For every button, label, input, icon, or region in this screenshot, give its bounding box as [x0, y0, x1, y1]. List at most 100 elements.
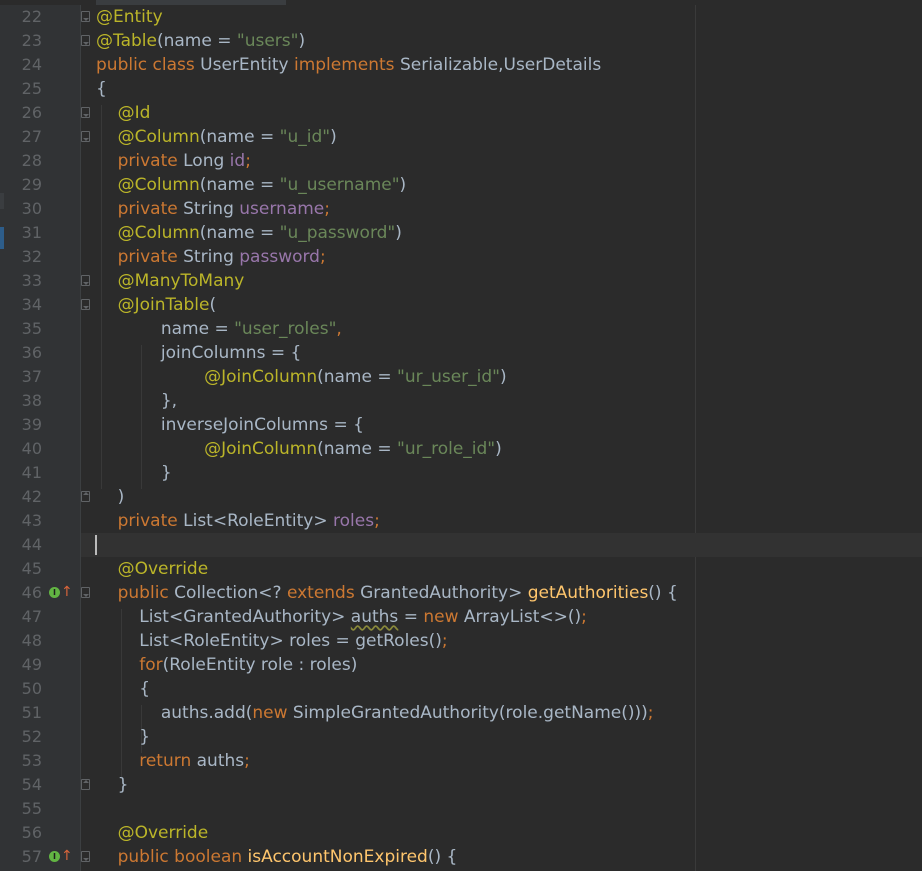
code-text[interactable]: { [96, 77, 107, 101]
code-text[interactable]: inverseJoinColumns = { [96, 413, 364, 437]
line-number: 48 [21, 631, 42, 650]
code-token: String [183, 199, 240, 219]
code-text[interactable]: private String username; [96, 197, 330, 221]
code-line[interactable]: 36 joinColumns = { [0, 341, 922, 365]
code-text[interactable]: return auths; [96, 749, 250, 773]
code-text[interactable]: @ManyToMany [96, 269, 245, 293]
code-line[interactable]: 41 } [0, 461, 922, 485]
code-line[interactable]: 56 @Override [0, 821, 922, 845]
fold-marker-icon[interactable] [81, 491, 90, 502]
code-line[interactable]: 35 name = "user_roles", [0, 317, 922, 341]
code-text[interactable]: @JoinColumn(name = "ur_role_id") [96, 437, 502, 461]
code-text[interactable]: private List<RoleEntity> roles; [96, 509, 380, 533]
code-token: @Override [96, 559, 209, 579]
code-line[interactable]: 55 [0, 797, 922, 821]
code-token: new [423, 607, 464, 627]
override-method-icon[interactable]: I [49, 587, 60, 598]
code-editor[interactable]: 22 @Entity 23 @Table(name = "users") 24 publi… [0, 5, 922, 871]
code-line[interactable]: 29 @Column(name = "u_username") [0, 173, 922, 197]
fold-marker-icon[interactable] [81, 779, 90, 790]
override-method-icon[interactable]: I [49, 851, 60, 862]
code-line[interactable]: 50 { [0, 677, 922, 701]
code-line[interactable]: 54 } [0, 773, 922, 797]
code-line[interactable]: 44 [0, 533, 922, 557]
code-line[interactable]: 31 @Column(name = "u_password") [0, 221, 922, 245]
line-number: 24 [21, 55, 42, 74]
code-text[interactable]: public boolean isAccountNonExpired() { [96, 845, 458, 869]
code-line[interactable]: 42 ) [0, 485, 922, 509]
code-line[interactable]: 32 private String password; [0, 245, 922, 269]
code-text[interactable]: joinColumns = { [96, 341, 301, 365]
fold-marker-icon[interactable] [81, 851, 90, 862]
code-token: private [96, 511, 184, 531]
code-text[interactable]: public class UserEntity implements Seria… [96, 53, 601, 77]
code-line[interactable]: 53 return auths; [0, 749, 922, 773]
code-line[interactable]: 49 for(RoleEntity role : roles) [0, 653, 922, 677]
code-line[interactable]: 51 auths.add(new SimpleGrantedAuthority(… [0, 701, 922, 725]
code-line[interactable]: 28 private Long id; [0, 149, 922, 173]
fold-marker-icon[interactable] [81, 107, 90, 118]
fold-marker-icon[interactable] [81, 131, 90, 142]
code-line[interactable]: 22 @Entity [0, 5, 922, 29]
code-text[interactable]: ) [96, 485, 125, 509]
code-line[interactable]: 37 @JoinColumn(name = "ur_user_id") [0, 365, 922, 389]
code-text[interactable]: }, [96, 389, 177, 413]
code-text[interactable]: auths.add(new SimpleGrantedAuthority(rol… [96, 701, 654, 725]
code-text[interactable]: } [96, 725, 150, 749]
code-text[interactable]: for(RoleEntity role : roles) [96, 653, 357, 677]
code-line[interactable]: 43 private List<RoleEntity> roles; [0, 509, 922, 533]
fold-marker-icon[interactable] [81, 11, 90, 22]
line-number: 26 [21, 103, 42, 122]
fold-marker-icon[interactable] [81, 587, 90, 598]
code-line[interactable]: 34 @JoinTable( [0, 293, 922, 317]
code-text[interactable]: } [96, 773, 129, 797]
code-text[interactable]: { [96, 677, 150, 701]
code-text[interactable]: @Column(name = "u_id") [96, 125, 337, 149]
code-line[interactable]: 30 private String username; [0, 197, 922, 221]
code-text[interactable]: @Column(name = "u_username") [96, 173, 407, 197]
code-token: password [239, 247, 320, 267]
code-text[interactable]: @JoinTable( [96, 293, 217, 317]
code-line[interactable]: 52 } [0, 725, 922, 749]
line-number: 34 [21, 295, 42, 314]
code-line[interactable]: 24 public class UserEntity implements Ser… [0, 53, 922, 77]
code-token: } [96, 775, 129, 795]
code-text[interactable]: private Long id; [96, 149, 251, 173]
code-text[interactable]: @Table(name = "users") [96, 29, 305, 53]
code-text[interactable]: @JoinColumn(name = "ur_user_id") [96, 365, 507, 389]
code-line[interactable]: 47 List<GrantedAuthority> auths = new Ar… [0, 605, 922, 629]
code-text[interactable]: } [96, 461, 172, 485]
code-text[interactable]: name = "user_roles", [96, 317, 342, 341]
code-token: () { [648, 583, 678, 603]
up-arrow-icon[interactable]: ↑ [61, 848, 73, 864]
fold-marker-icon[interactable] [81, 275, 90, 286]
code-text[interactable]: List<RoleEntity> roles = getRoles(); [96, 629, 447, 653]
code-token: () { [427, 847, 458, 867]
code-line[interactable]: 48 List<RoleEntity> roles = getRoles(); [0, 629, 922, 653]
code-token: (RoleEntity role : roles) [162, 655, 358, 675]
code-token: new [252, 703, 293, 723]
code-line[interactable]: 38 }, [0, 389, 922, 413]
code-line[interactable]: 45 @Override [0, 557, 922, 581]
fold-marker-icon[interactable] [81, 299, 90, 310]
code-line[interactable]: 46 I ↑ public Collection<? extends Granted… [0, 581, 922, 605]
code-text[interactable]: @Entity [96, 5, 163, 29]
code-line[interactable]: 40 @JoinColumn(name = "ur_role_id") [0, 437, 922, 461]
code-line[interactable]: 23 @Table(name = "users") [0, 29, 922, 53]
code-text[interactable]: private String password; [96, 245, 326, 269]
code-text[interactable]: List<GrantedAuthority> auths = new Array… [96, 605, 587, 629]
code-token: extends [286, 583, 361, 603]
code-text[interactable]: @Id [96, 101, 151, 125]
code-text[interactable]: @Override [96, 821, 209, 845]
code-line[interactable]: 27 @Column(name = "u_id") [0, 125, 922, 149]
code-line[interactable]: 39 inverseJoinColumns = { [0, 413, 922, 437]
code-line[interactable]: 57 I ↑ public boolean isAccountNonExpired(… [0, 845, 922, 869]
up-arrow-icon[interactable]: ↑ [61, 584, 73, 600]
fold-marker-icon[interactable] [81, 35, 90, 46]
code-line[interactable]: 33 @ManyToMany [0, 269, 922, 293]
code-line[interactable]: 26 @Id [0, 101, 922, 125]
code-text[interactable]: @Override [96, 557, 209, 581]
code-text[interactable]: @Column(name = "u_password") [96, 221, 402, 245]
code-text[interactable]: public Collection<? extends GrantedAutho… [96, 581, 678, 605]
code-line[interactable]: 25 { [0, 77, 922, 101]
